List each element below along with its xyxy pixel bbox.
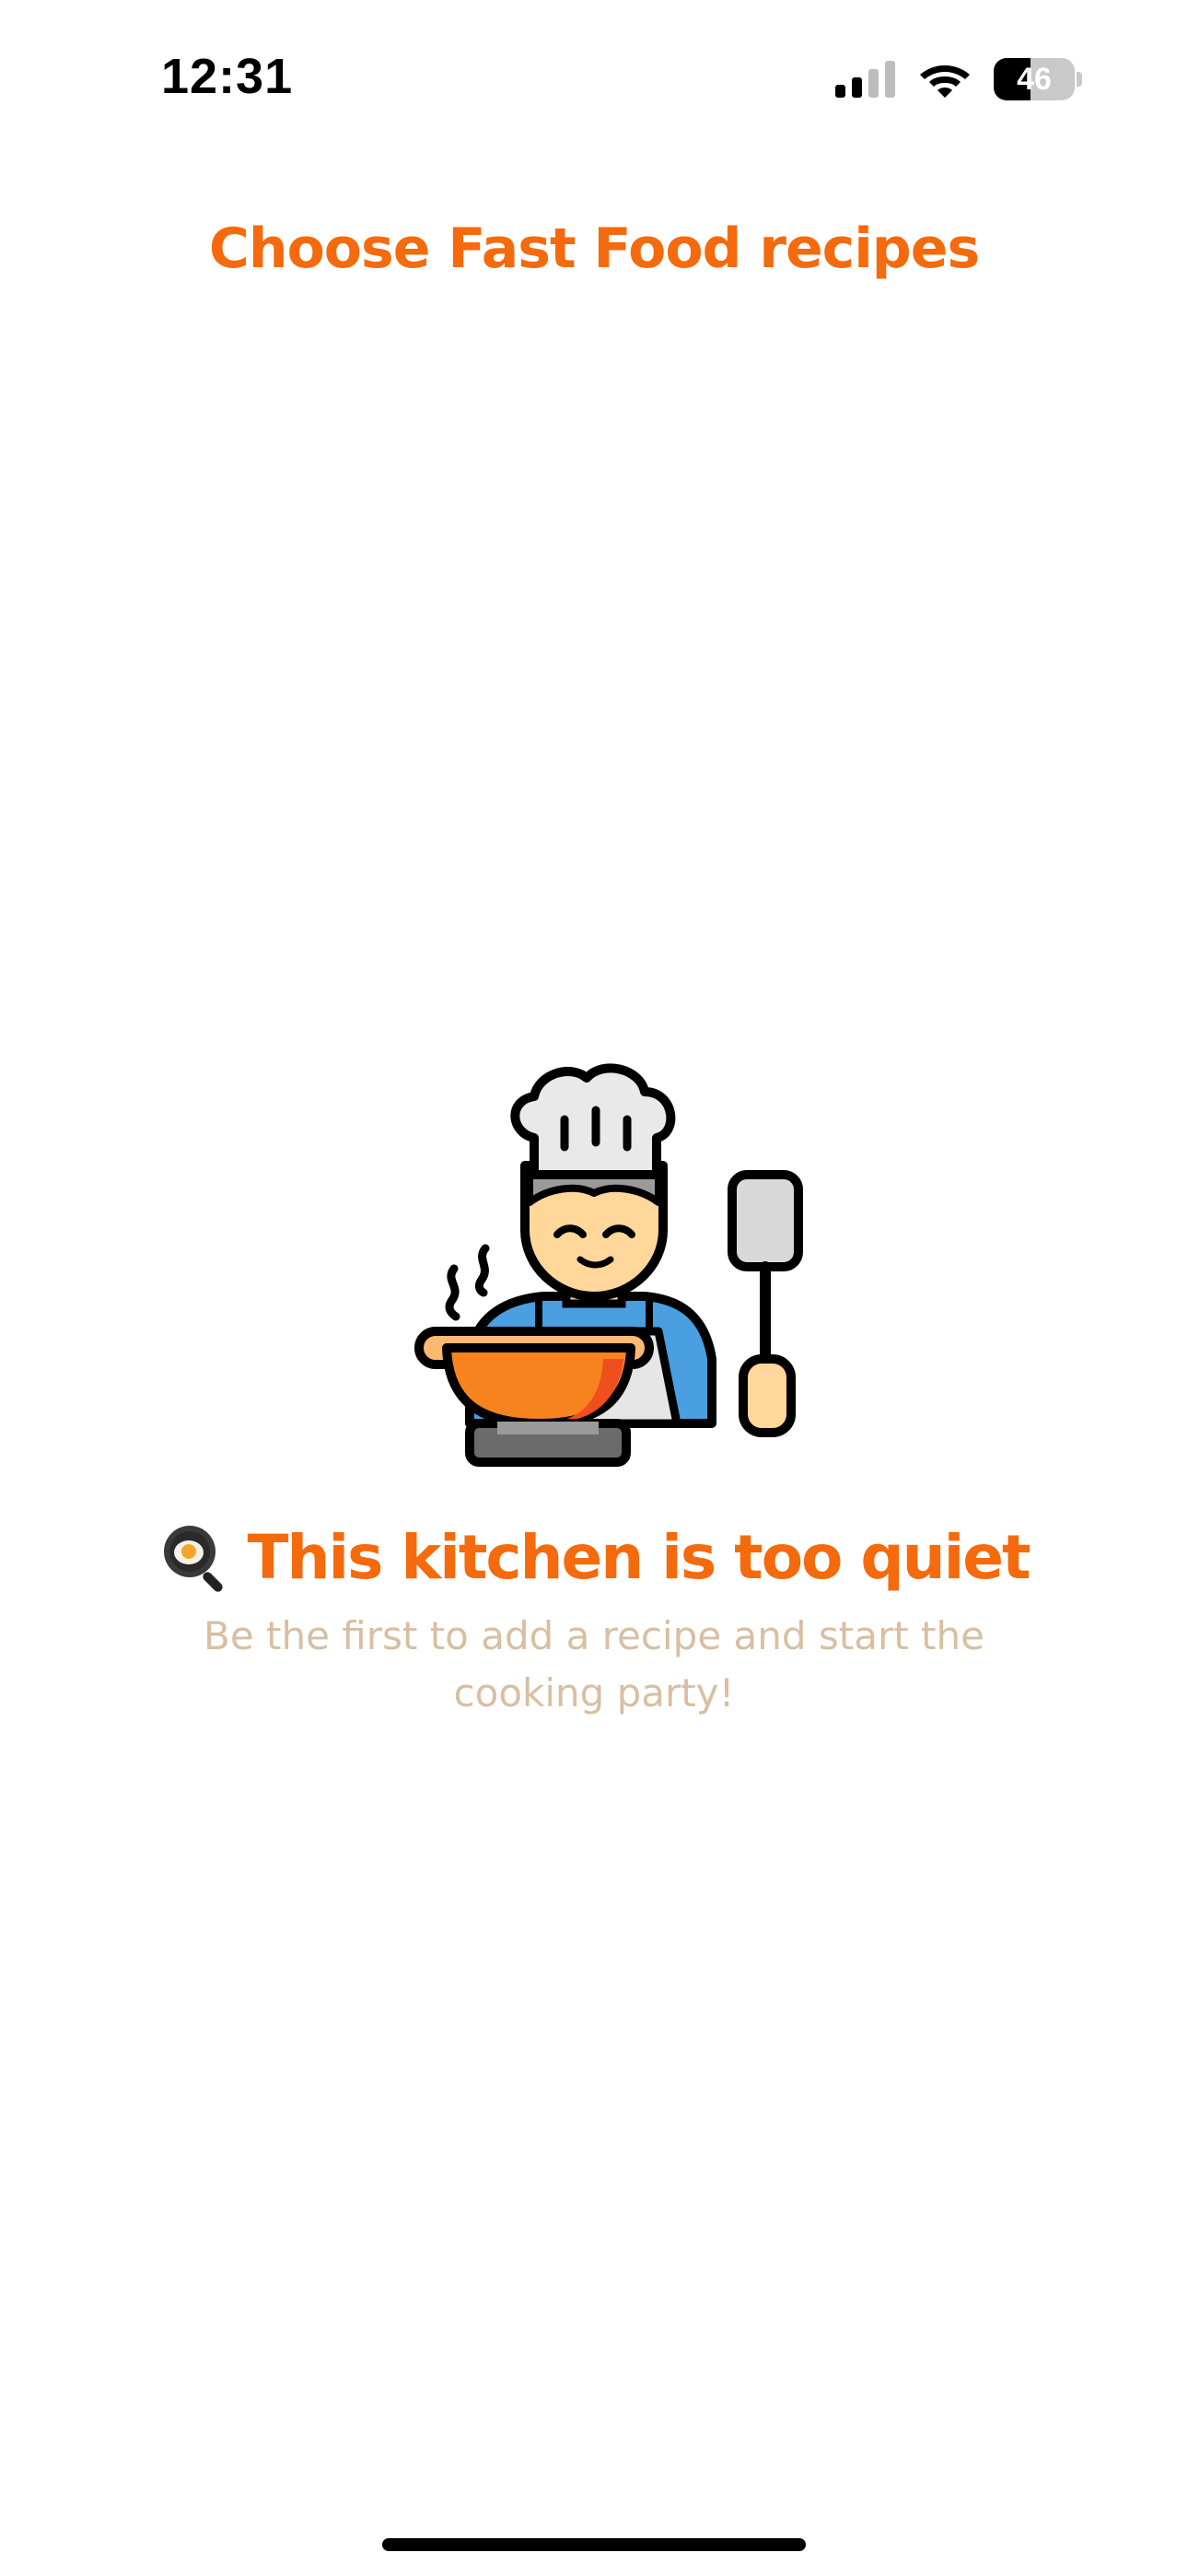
empty-state-title: This kitchen is too quiet xyxy=(247,1521,1031,1593)
frying-pan-egg-icon xyxy=(164,1526,224,1592)
status-icons: 46 xyxy=(835,55,1082,103)
screen: 12:31 46 Choose Fast Food recipes This k… xyxy=(0,0,1188,2576)
home-indicator[interactable] xyxy=(382,2538,806,2551)
battery-indicator: 46 xyxy=(994,58,1082,100)
status-bar: 12:31 46 xyxy=(0,0,1188,157)
wifi-icon xyxy=(920,65,970,98)
empty-state-subtitle: Be the first to add a recipe and start t… xyxy=(204,1613,984,1715)
page-title: Choose Fast Food recipes xyxy=(208,217,980,281)
chef-cooking-icon xyxy=(414,1063,803,1467)
status-time: 12:31 xyxy=(161,49,294,104)
cellular-signal-icon xyxy=(835,61,895,98)
empty-state-title-row: This kitchen is too quiet xyxy=(0,1520,1188,1594)
battery-level: 46 xyxy=(1017,62,1052,97)
